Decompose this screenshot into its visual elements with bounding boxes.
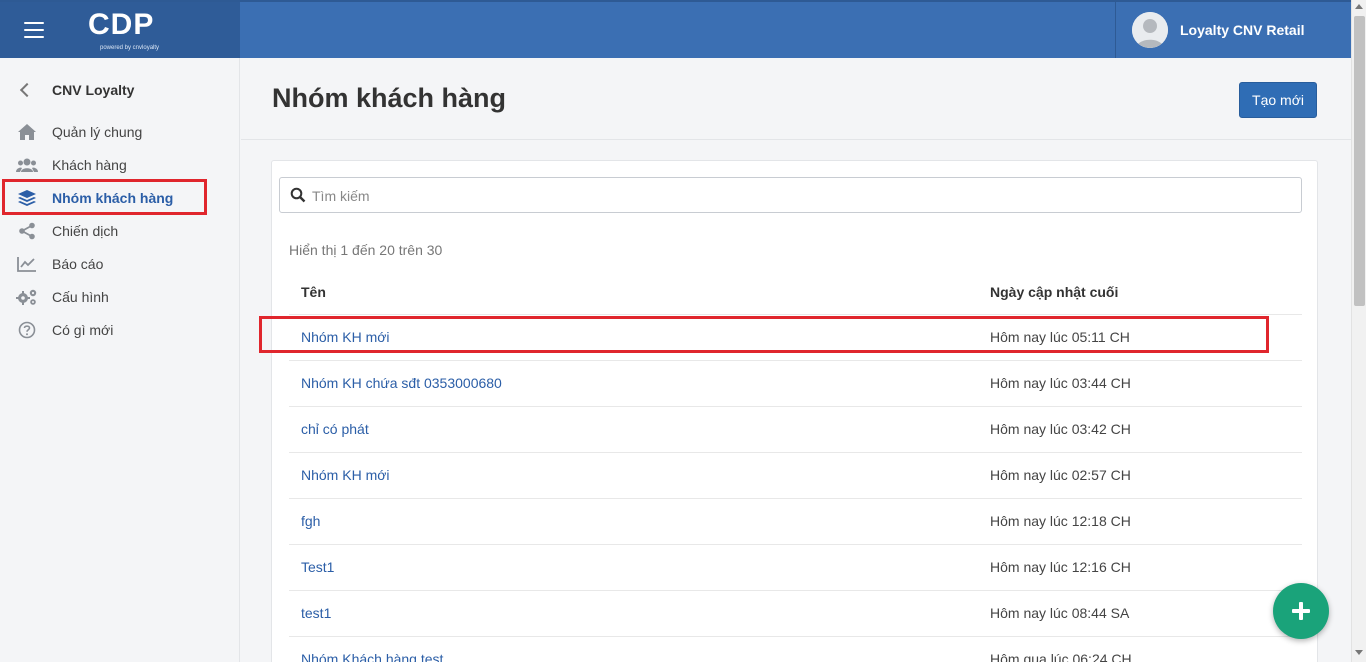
sidebar-item-dashboard[interactable]: Quản lý chung <box>16 121 142 143</box>
table-row[interactable]: chỉ có phát Hôm nay lúc 03:42 CH <box>289 407 1302 453</box>
table-row[interactable]: Test1 Hôm nay lúc 12:16 CH <box>289 545 1302 591</box>
sidebar-item-label: Khách hàng <box>52 157 127 173</box>
user-avatar-icon <box>1132 12 1168 48</box>
search-box[interactable] <box>279 177 1302 213</box>
sidebar-item-label: Quản lý chung <box>52 124 143 140</box>
table-row[interactable]: Nhóm Khách hàng test Hôm qua lúc 06:24 C… <box>289 637 1302 662</box>
updated-date: Hôm nay lúc 03:44 CH <box>990 375 1131 391</box>
logo-subtitle: powered by cnvloyalty <box>100 45 160 51</box>
home-icon <box>16 123 38 141</box>
group-name-link[interactable]: Nhóm KH mới <box>301 467 390 483</box>
group-name-link[interactable]: Nhóm KH chứa sđt 0353000680 <box>301 375 502 391</box>
user-name[interactable]: Loyalty CNV Retail <box>1180 22 1304 38</box>
sidebar-item-campaigns[interactable]: Chiến dịch <box>16 220 118 242</box>
sidebar-item-settings[interactable]: Cấu hình <box>16 286 109 308</box>
sidebar-item-label: Có gì mới <box>52 322 114 338</box>
sidebar-back[interactable]: CNV Loyalty <box>18 80 134 100</box>
active-item-highlight <box>2 179 207 215</box>
table-body: Nhóm KH mới Hôm nay lúc 05:11 CH Nhóm KH… <box>289 315 1302 662</box>
table-row[interactable]: test1 Hôm nay lúc 08:44 SA <box>289 591 1302 637</box>
table-header: Tên Ngày cập nhật cuối <box>289 271 1302 315</box>
add-group-fab[interactable] <box>1273 583 1329 639</box>
updated-date: Hôm nay lúc 12:16 CH <box>990 559 1131 575</box>
groups-card: Hiển thị 1 đến 20 trên 30 Tên Ngày cập n… <box>271 160 1318 662</box>
scroll-thumb[interactable] <box>1354 16 1365 306</box>
updated-date: Hôm nay lúc 05:11 CH <box>990 329 1130 345</box>
results-summary: Hiển thị 1 đến 20 trên 30 <box>289 242 443 258</box>
users-icon <box>16 156 38 174</box>
sidebar: CNV Loyalty Quản lý chung Khách hàng Nhó… <box>0 58 240 662</box>
logo[interactable]: CDP <box>88 8 154 42</box>
column-header-updated[interactable]: Ngày cập nhật cuối <box>990 284 1118 300</box>
share-icon <box>16 222 38 240</box>
search-input[interactable] <box>312 186 1272 206</box>
top-bar: CDP powered by cnvloyalty Loyalty CNV Re… <box>0 0 1351 58</box>
create-button[interactable]: Tạo mới <box>1239 82 1317 118</box>
group-name-link[interactable]: chỉ có phát <box>301 421 369 437</box>
page-header: Nhóm khách hàng Tạo mới <box>241 58 1351 140</box>
user-menu[interactable]: Loyalty CNV Retail <box>1115 2 1351 58</box>
sidebar-item-label: Cấu hình <box>52 289 109 305</box>
group-name-link[interactable]: fgh <box>301 513 320 529</box>
sidebar-item-customers[interactable]: Khách hàng <box>16 154 127 176</box>
sidebar-item-label: Chiến dịch <box>52 223 119 239</box>
question-circle-icon <box>16 321 38 339</box>
sidebar-item-label: Báo cáo <box>52 256 104 272</box>
chart-line-icon <box>16 255 38 273</box>
updated-date: Hôm nay lúc 03:42 CH <box>990 421 1131 437</box>
updated-date: Hôm nay lúc 08:44 SA <box>990 605 1130 621</box>
updated-date: Hôm qua lúc 06:24 CH <box>990 651 1132 662</box>
hamburger-menu-icon[interactable] <box>24 22 44 38</box>
page-title: Nhóm khách hàng <box>272 83 507 113</box>
updated-date: Hôm nay lúc 02:57 CH <box>990 467 1131 483</box>
chevron-left-icon[interactable] <box>19 82 35 98</box>
group-name-link[interactable]: Nhóm Khách hàng test <box>301 651 443 662</box>
table-row[interactable]: Nhóm KH mới Hôm nay lúc 02:57 CH <box>289 453 1302 499</box>
avatar[interactable] <box>1132 12 1168 48</box>
sidebar-back-label[interactable]: CNV Loyalty <box>52 82 134 98</box>
group-name-link[interactable]: Test1 <box>301 559 334 575</box>
table-row[interactable]: fgh Hôm nay lúc 12:18 CH <box>289 499 1302 545</box>
page-scrollbar[interactable] <box>1351 0 1366 662</box>
plus-icon <box>1299 602 1303 620</box>
gears-icon <box>16 288 38 306</box>
scroll-up-arrow-icon[interactable] <box>1355 4 1363 9</box>
scroll-down-arrow-icon[interactable] <box>1355 650 1363 655</box>
column-header-name[interactable]: Tên <box>301 284 326 300</box>
table-row[interactable]: Nhóm KH chứa sđt 0353000680 Hôm nay lúc … <box>289 361 1302 407</box>
brand-area: CDP powered by cnvloyalty <box>0 2 240 58</box>
group-name-link[interactable]: test1 <box>301 605 331 621</box>
sidebar-item-reports[interactable]: Báo cáo <box>16 253 103 275</box>
group-name-link[interactable]: Nhóm KH mới <box>301 329 390 345</box>
search-icon <box>290 187 306 208</box>
table-row[interactable]: Nhóm KH mới Hôm nay lúc 05:11 CH <box>289 315 1302 361</box>
updated-date: Hôm nay lúc 12:18 CH <box>990 513 1131 529</box>
sidebar-item-whats-new[interactable]: Có gì mới <box>16 319 113 341</box>
